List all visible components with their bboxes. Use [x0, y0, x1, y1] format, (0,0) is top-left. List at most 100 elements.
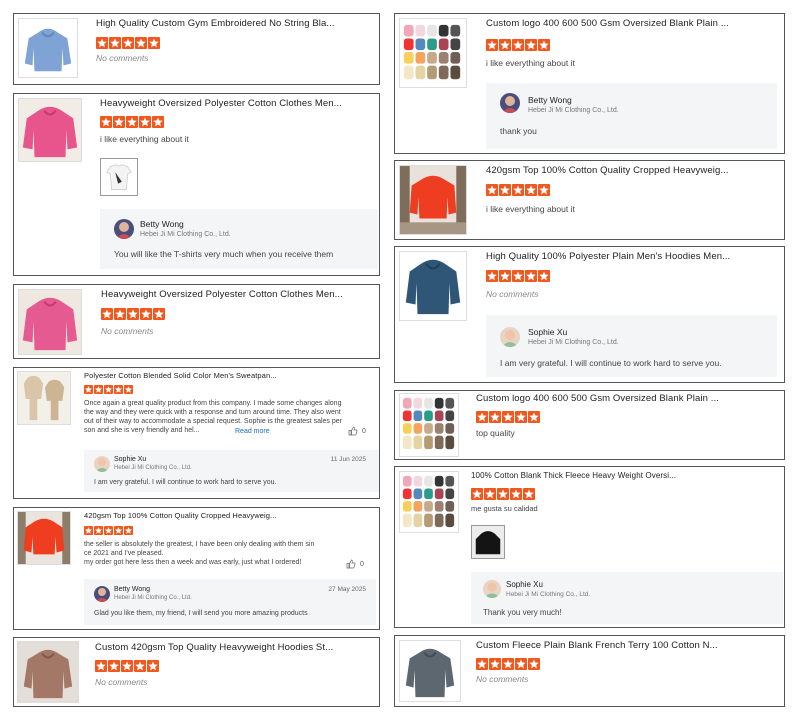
- star-icon: [124, 385, 133, 394]
- reply-company: Hebei Ji Mi Clothing Co., Ltd.: [114, 595, 192, 601]
- star-icon: [512, 184, 524, 196]
- review-comment: No comments: [95, 677, 148, 687]
- review-card: 420gsm Top 100% Cotton Quality Cropped H…: [13, 507, 380, 630]
- product-title[interactable]: 100% Cotton Blank Thick Fleece Heavy Wei…: [471, 471, 771, 480]
- product-title[interactable]: High Quality Custom Gym Embroidered No S…: [96, 18, 376, 29]
- product-title[interactable]: Heavyweight Oversized Polyester Cotton C…: [101, 289, 377, 300]
- product-title[interactable]: Polyester Cotton Blended Solid Color Men…: [84, 371, 284, 380]
- like-count: 0: [362, 427, 366, 435]
- product-title[interactable]: Custom Fleece Plain Blank French Terry 1…: [476, 640, 776, 651]
- rating-stars: [101, 308, 165, 320]
- star-icon: [94, 526, 103, 535]
- product-thumbnail[interactable]: [399, 640, 461, 702]
- product-title[interactable]: Custom logo 400 600 500 Gsm Oversized Bl…: [486, 18, 766, 29]
- star-icon: [134, 660, 146, 672]
- reply-author: Betty Wong: [140, 219, 184, 229]
- review-card: 420gsm Top 100% Cotton Quality Cropped H…: [394, 160, 785, 240]
- product-thumbnail[interactable]: [399, 251, 467, 321]
- rating-stars: [95, 660, 159, 672]
- reply-author: Betty Wong: [528, 95, 572, 105]
- product-title[interactable]: Custom 420gsm Top Quality Heavyweight Ho…: [95, 642, 377, 653]
- star-icon: [525, 270, 537, 282]
- hoodie-image: [400, 641, 460, 701]
- hoodie-image: [18, 512, 70, 564]
- reply-author: Sophie Xu: [528, 327, 568, 337]
- product-thumbnail[interactable]: [399, 18, 467, 88]
- star-icon: [124, 526, 133, 535]
- star-icon: [114, 308, 126, 320]
- rating-stars: [486, 270, 550, 282]
- reply-author: Sophie Xu: [114, 456, 147, 463]
- reply-text: I am very grateful. I will continue to w…: [500, 358, 722, 368]
- seller-reply: Sophie Xu Hebei Ji Mi Clothing Co., Ltd.…: [486, 315, 777, 377]
- star-icon: [502, 658, 514, 670]
- hoodie-photo-image: [472, 526, 504, 558]
- rating-stars: [84, 526, 133, 535]
- reply-author: Sophie Xu: [506, 580, 543, 589]
- rating-stars: [84, 385, 133, 394]
- hoodie-image: [19, 290, 81, 354]
- review-card: High Quality 100% Polyester Plain Men's …: [394, 246, 785, 383]
- review-comment: i like everything about it: [486, 58, 575, 68]
- product-thumbnail[interactable]: [17, 371, 71, 425]
- star-icon: [489, 658, 501, 670]
- seller-reply: Betty Wong Hebei Ji Mi Clothing Co., Ltd…: [84, 579, 376, 625]
- hoodie-image: [400, 252, 466, 320]
- product-title[interactable]: High Quality 100% Polyester Plain Men's …: [486, 251, 776, 262]
- star-icon: [476, 411, 488, 423]
- star-icon: [484, 488, 496, 500]
- review-card: High Quality Custom Gym Embroidered No S…: [13, 13, 380, 85]
- avatar: [94, 456, 110, 472]
- like-button[interactable]: 0: [348, 426, 366, 436]
- product-title[interactable]: 420gsm Top 100% Cotton Quality Cropped H…: [84, 511, 284, 520]
- reply-date: 27 May 2025: [328, 586, 366, 593]
- product-thumbnail[interactable]: [399, 165, 467, 235]
- review-comment-line: my order got here less then a week and w…: [84, 559, 302, 566]
- review-card: Custom Fleece Plain Blank French Terry 1…: [394, 635, 785, 707]
- review-card: Custom logo 400 600 500 Gsm Oversized Bl…: [394, 13, 785, 154]
- rating-stars: [471, 488, 535, 500]
- product-title[interactable]: Heavyweight Oversized Polyester Cotton C…: [100, 98, 376, 109]
- reply-text: thank you: [500, 126, 537, 136]
- star-icon: [84, 526, 93, 535]
- review-comment: i like everything about it: [100, 134, 189, 144]
- star-icon: [109, 37, 121, 49]
- review-photo[interactable]: [471, 525, 505, 559]
- seller-reply: Betty Wong Hebei Ji Mi Clothing Co., Ltd…: [486, 83, 777, 149]
- star-icon: [512, 270, 524, 282]
- product-thumbnail[interactable]: [399, 471, 459, 533]
- reply-company: Hebei Ji Mi Clothing Co., Ltd.: [528, 339, 619, 346]
- star-icon: [525, 184, 537, 196]
- review-comment: i like everything about it: [486, 204, 575, 214]
- product-title[interactable]: Custom logo 400 600 500 Gsm Oversized Bl…: [476, 393, 771, 404]
- seller-reply: Betty Wong Hebei Ji Mi Clothing Co., Ltd…: [100, 209, 378, 269]
- read-more-link[interactable]: Read more: [233, 427, 283, 436]
- avatar: [94, 586, 110, 602]
- rating-stars: [476, 411, 540, 423]
- product-thumbnail[interactable]: [18, 18, 78, 78]
- review-card: Heavyweight Oversized Polyester Cotton C…: [13, 93, 380, 276]
- hoodie-colors-image: [400, 472, 458, 532]
- star-icon: [152, 116, 164, 128]
- like-button[interactable]: 0: [346, 559, 364, 569]
- product-thumbnail[interactable]: [18, 98, 82, 162]
- hoodie-image: [400, 166, 466, 234]
- star-icon: [153, 308, 165, 320]
- star-icon: [96, 37, 108, 49]
- reply-text: Glad you like them, my friend, I will se…: [94, 610, 308, 617]
- star-icon: [104, 385, 113, 394]
- hoodie-image: [19, 19, 77, 77]
- product-thumbnail[interactable]: [18, 289, 82, 355]
- product-title[interactable]: 420gsm Top 100% Cotton Quality Cropped H…: [486, 165, 776, 176]
- review-photo[interactable]: [100, 158, 138, 196]
- product-thumbnail[interactable]: [17, 511, 71, 565]
- star-icon: [108, 660, 120, 672]
- rating-stars: [486, 39, 550, 51]
- reply-author: Betty Wong: [114, 586, 151, 593]
- review-comment: top quality: [476, 428, 515, 438]
- product-thumbnail[interactable]: [17, 641, 79, 703]
- review-card: Polyester Cotton Blended Solid Color Men…: [13, 367, 380, 499]
- product-thumbnail[interactable]: [399, 393, 459, 457]
- reply-company: Hebei Ji Mi Clothing Co., Ltd.: [140, 231, 231, 238]
- avatar: [500, 327, 520, 347]
